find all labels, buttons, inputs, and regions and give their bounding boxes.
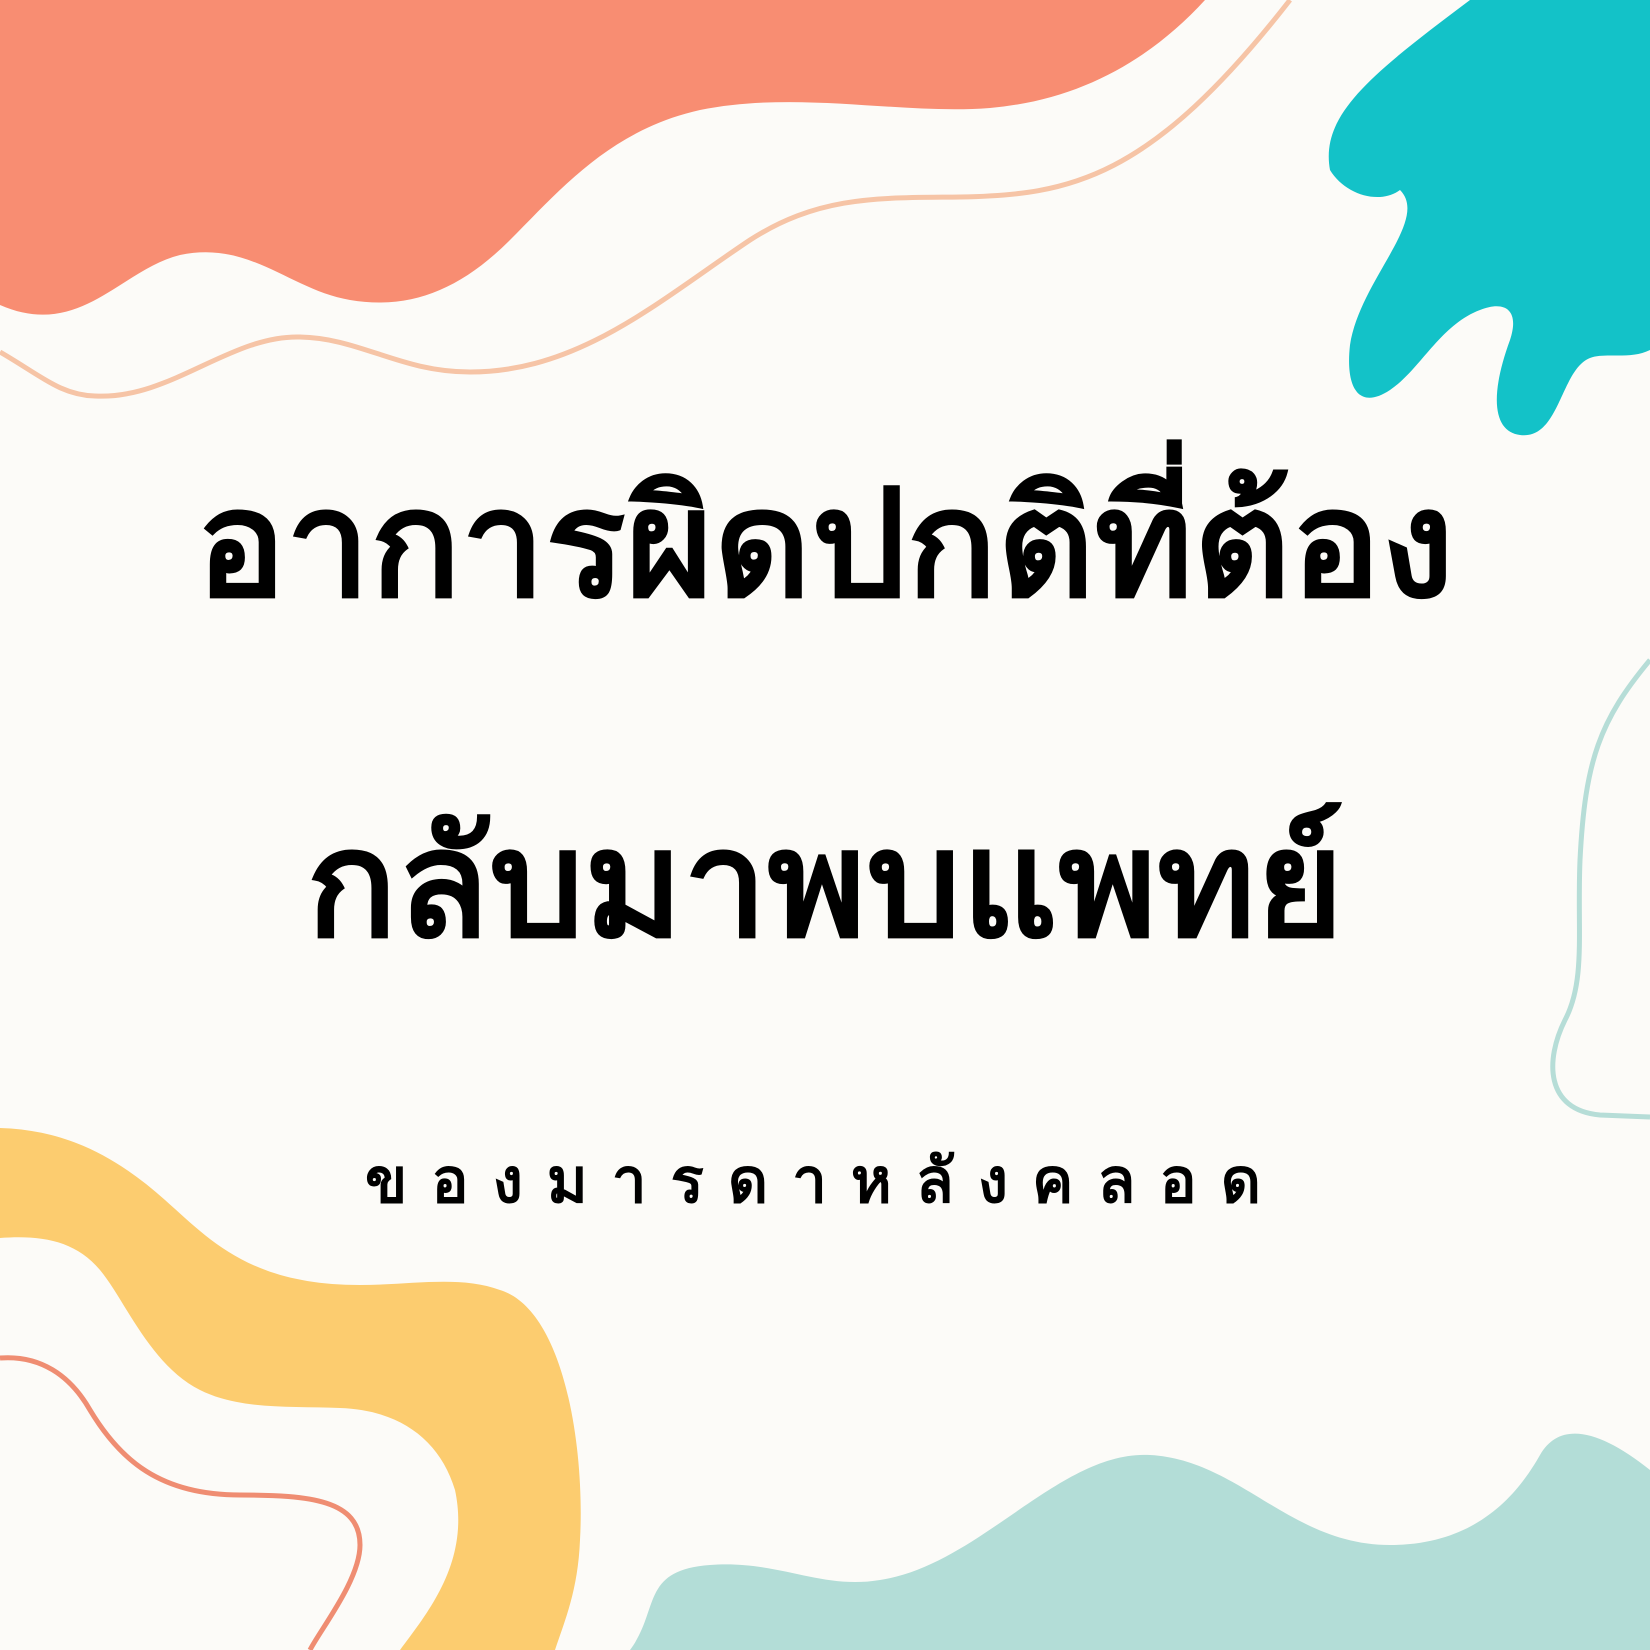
page-subtitle: ของมารดาหลังคลอด	[364, 1144, 1286, 1217]
page-title-line-1: อาการผิดปกติที่ต้อง	[195, 458, 1455, 632]
page-title-line-2: กลับมาพบแพทย์	[306, 798, 1344, 972]
teal-blob	[1328, 0, 1650, 436]
mint-blob	[630, 1433, 1650, 1650]
coral-blob	[0, 0, 1205, 315]
